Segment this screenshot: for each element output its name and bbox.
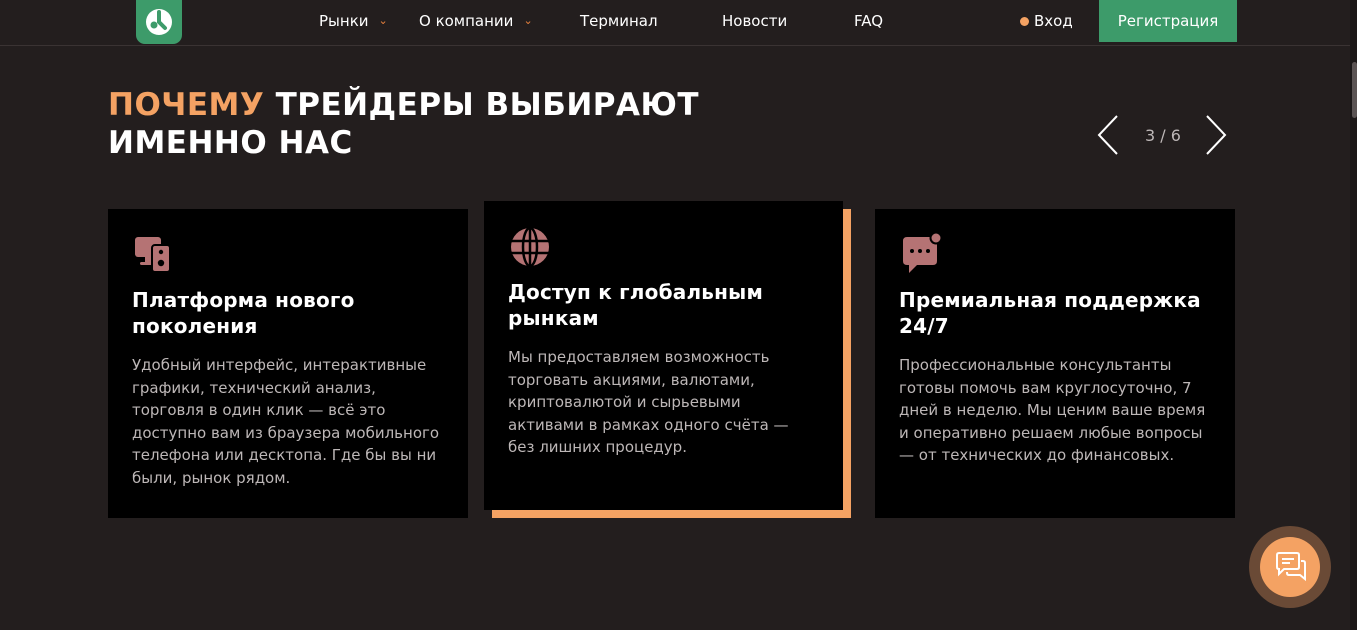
scrollbar-thumb[interactable]: [1352, 62, 1357, 118]
login-label: Вход: [1034, 12, 1073, 30]
nav-item-label: Терминал: [580, 12, 658, 30]
chat-bubble-icon: [903, 233, 943, 273]
title-accent: ПОЧЕМУ: [108, 87, 265, 123]
title-line-2: ИМЕННО НАС: [108, 125, 353, 161]
card-text: Профессиональные консультанты готовы пом…: [899, 356, 1206, 464]
register-label: Регистрация: [1117, 12, 1219, 30]
nav-item-terminal[interactable]: Терминал: [580, 12, 658, 30]
register-button[interactable]: Регистрация: [1099, 0, 1237, 42]
nav-item-label: Новости: [722, 12, 788, 30]
chevron-down-icon: ⌄: [378, 14, 388, 27]
feature-card[interactable]: Платформа нового поколения Удобный интер…: [108, 209, 468, 518]
feature-card[interactable]: Премиальная поддержка 24/7 Профессиональ…: [875, 209, 1235, 518]
card-title: Платформа нового поколения: [132, 288, 355, 338]
logo[interactable]: [136, 0, 182, 44]
nav-item-label: Рынки: [319, 12, 369, 30]
chevron-down-icon: ⌄: [523, 14, 533, 27]
chevron-left-icon: [1097, 115, 1118, 155]
nav-item-markets[interactable]: Рынки ⌄: [319, 12, 388, 30]
nav-item-label: О компании: [419, 12, 514, 30]
logo-icon: [146, 9, 172, 35]
card-text: Мы предоставляем возможность торговать а…: [508, 348, 789, 456]
card-title: Доступ к глобальным рынкам: [508, 280, 764, 330]
next-slide-button[interactable]: [1204, 113, 1228, 157]
nav-item-faq[interactable]: FAQ: [854, 12, 883, 30]
devices-icon: [135, 237, 171, 273]
nav-item-news[interactable]: Новости: [722, 12, 787, 30]
globe-icon: [511, 226, 549, 268]
chat-button[interactable]: [1260, 537, 1320, 597]
chevron-right-icon: [1206, 115, 1227, 155]
nav-item-label: FAQ: [854, 12, 884, 30]
feature-card-active[interactable]: Доступ к глобальным рынкам Мы предоставл…: [484, 201, 843, 510]
status-dot-icon: [1020, 16, 1029, 26]
card-title: Премиальная поддержка 24/7: [899, 288, 1201, 338]
prev-slide-button[interactable]: [1096, 113, 1120, 157]
card-text: Удобный интерфейс, интерактивные графики…: [132, 356, 440, 487]
site-header: Рынки ⌄ О компании ⌄ Терминал Новости FAQ …: [0, 0, 1357, 46]
section-title: ПОЧЕМУ ТРЕЙДЕРЫ ВЫБИРАЮТ ИМЕННО НАС: [108, 86, 808, 162]
nav-item-about[interactable]: О компании ⌄: [419, 12, 533, 30]
slide-counter: 3 / 6: [1145, 126, 1181, 145]
title-rest: ТРЕЙДЕРЫ ВЫБИРАЮТ: [264, 87, 700, 123]
chat-icon: [1276, 552, 1306, 582]
login-link[interactable]: Вход: [1020, 12, 1073, 30]
